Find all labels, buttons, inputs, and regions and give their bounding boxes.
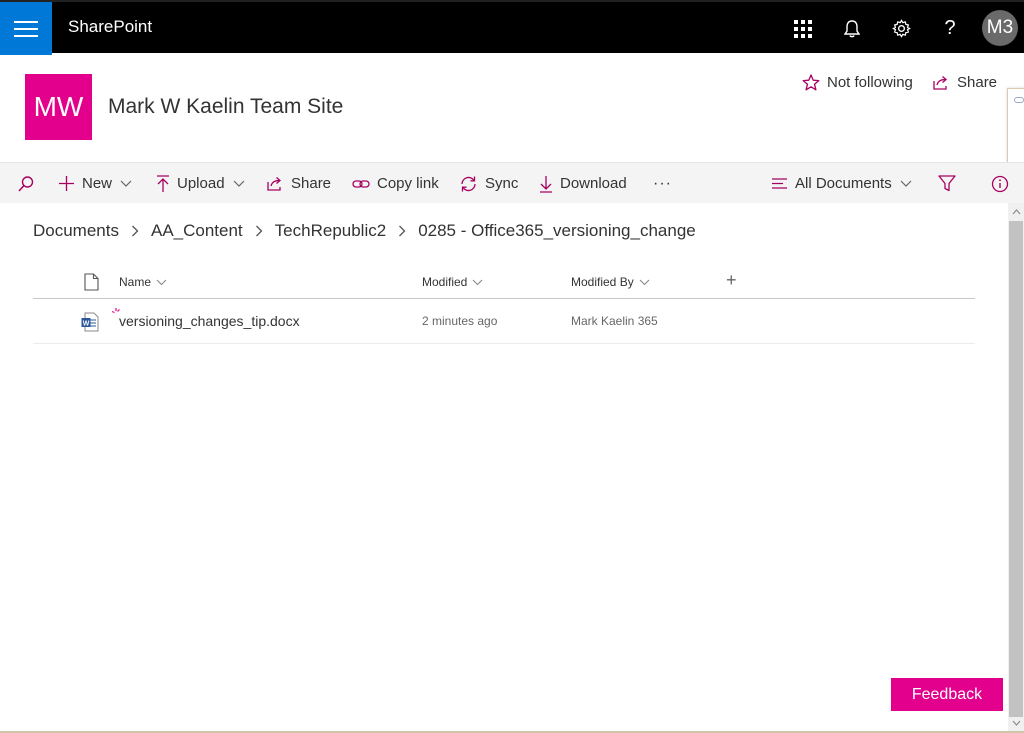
sync-label: Sync — [485, 175, 519, 192]
site-title[interactable]: Mark W Kaelin Team Site — [108, 95, 343, 119]
info-icon — [991, 175, 1009, 192]
share-label: Share — [957, 74, 998, 91]
filter-button[interactable] — [938, 163, 963, 204]
breadcrumb-techrepublic2[interactable]: TechRepublic2 — [275, 221, 387, 241]
settings-button[interactable] — [879, 2, 923, 55]
plus-icon — [59, 176, 74, 191]
search-icon — [18, 175, 34, 192]
vertical-scrollbar[interactable] — [1008, 203, 1024, 733]
file-name-link[interactable]: versioning_changes_tip.docx — [119, 313, 300, 329]
site-share-button[interactable]: Share — [932, 74, 997, 91]
list-view-icon — [772, 178, 787, 189]
new-label: New — [82, 175, 113, 192]
scroll-up-icon[interactable] — [1008, 204, 1024, 220]
app-launcher-icon — [794, 19, 812, 38]
copy-link-label: Copy link — [377, 175, 439, 192]
table-row[interactable]: W versioning_changes_tip.docx 2 minutes … — [33, 300, 975, 344]
upload-icon — [157, 174, 169, 192]
column-header-modified-by[interactable]: Modified By — [571, 275, 650, 289]
file-type-icon[interactable] — [84, 273, 99, 291]
suite-bar: SharePoint ? M3 — [0, 0, 1024, 55]
more-icon: ··· — [653, 174, 672, 192]
scrollbar-thumb[interactable] — [1009, 221, 1023, 717]
follow-button[interactable]: Not following — [802, 74, 913, 91]
add-column-button[interactable]: + — [726, 270, 737, 291]
chevron-right-icon — [255, 225, 263, 237]
share-icon — [933, 75, 947, 90]
bell-icon — [844, 19, 860, 37]
view-switcher-button[interactable]: All Documents — [771, 163, 912, 204]
link-icon — [352, 179, 370, 188]
app-launcher-button[interactable] — [781, 2, 825, 55]
notifications-button[interactable] — [830, 2, 874, 55]
download-label: Download — [560, 175, 627, 192]
search-button[interactable] — [17, 163, 42, 204]
more-options-button[interactable]: ··· — [653, 163, 672, 204]
new-button[interactable]: New — [58, 163, 132, 204]
share-label: Share — [291, 175, 332, 192]
chevron-down-icon — [120, 180, 132, 187]
scroll-down-icon[interactable] — [1008, 715, 1024, 731]
column-header-name[interactable]: Name — [119, 275, 167, 289]
breadcrumb-current-folder: 0285 - Office365_versioning_change — [418, 221, 696, 240]
view-label: All Documents — [795, 175, 892, 192]
svg-text:W: W — [83, 320, 90, 327]
column-header-modified[interactable]: Modified — [422, 275, 483, 289]
chevron-right-icon — [398, 225, 406, 237]
chevron-right-icon — [131, 225, 139, 237]
help-icon: ? — [944, 17, 956, 39]
list-header: Name Modified Modified By + — [33, 265, 975, 299]
chevron-down-icon — [472, 279, 483, 285]
modified-by-cell[interactable]: Mark Kaelin 365 — [571, 314, 658, 328]
info-button[interactable] — [991, 163, 1016, 204]
avatar[interactable]: M3 — [982, 10, 1018, 46]
word-doc-icon: W — [81, 312, 99, 332]
site-logo[interactable]: MW — [25, 74, 92, 140]
waffle-menu-button[interactable] — [0, 2, 52, 55]
feedback-button[interactable]: Feedback — [891, 678, 1003, 711]
plus-icon: + — [726, 270, 737, 290]
breadcrumb-aa-content[interactable]: AA_Content — [151, 221, 243, 241]
side-panel-tab[interactable] — [1007, 88, 1024, 164]
chevron-down-icon — [156, 279, 167, 285]
share-icon — [267, 176, 281, 191]
filter-icon — [938, 175, 956, 192]
help-button[interactable]: ? — [928, 2, 972, 55]
chevron-down-icon — [900, 180, 912, 187]
download-button[interactable]: Download — [539, 163, 627, 204]
download-icon — [540, 175, 552, 193]
sync-icon — [461, 176, 476, 191]
upload-button[interactable]: Upload — [156, 163, 245, 204]
upload-label: Upload — [177, 175, 225, 192]
app-name[interactable]: SharePoint — [68, 17, 152, 37]
modified-cell: 2 minutes ago — [422, 314, 498, 328]
breadcrumb: Documents AA_Content TechRepublic2 0285 … — [33, 221, 696, 241]
chevron-down-icon — [233, 180, 244, 187]
command-bar: New Upload Share Copy link Sync Download… — [0, 162, 1024, 203]
gear-icon — [891, 19, 911, 38]
copy-link-button[interactable]: Copy link — [352, 163, 439, 204]
follow-label: Not following — [827, 74, 913, 91]
hamburger-icon — [14, 20, 38, 37]
breadcrumb-documents[interactable]: Documents — [33, 221, 119, 241]
sync-button[interactable]: Sync — [459, 163, 518, 204]
share-button[interactable]: Share — [266, 163, 331, 204]
chevron-down-icon — [639, 279, 650, 285]
star-icon — [802, 74, 820, 91]
